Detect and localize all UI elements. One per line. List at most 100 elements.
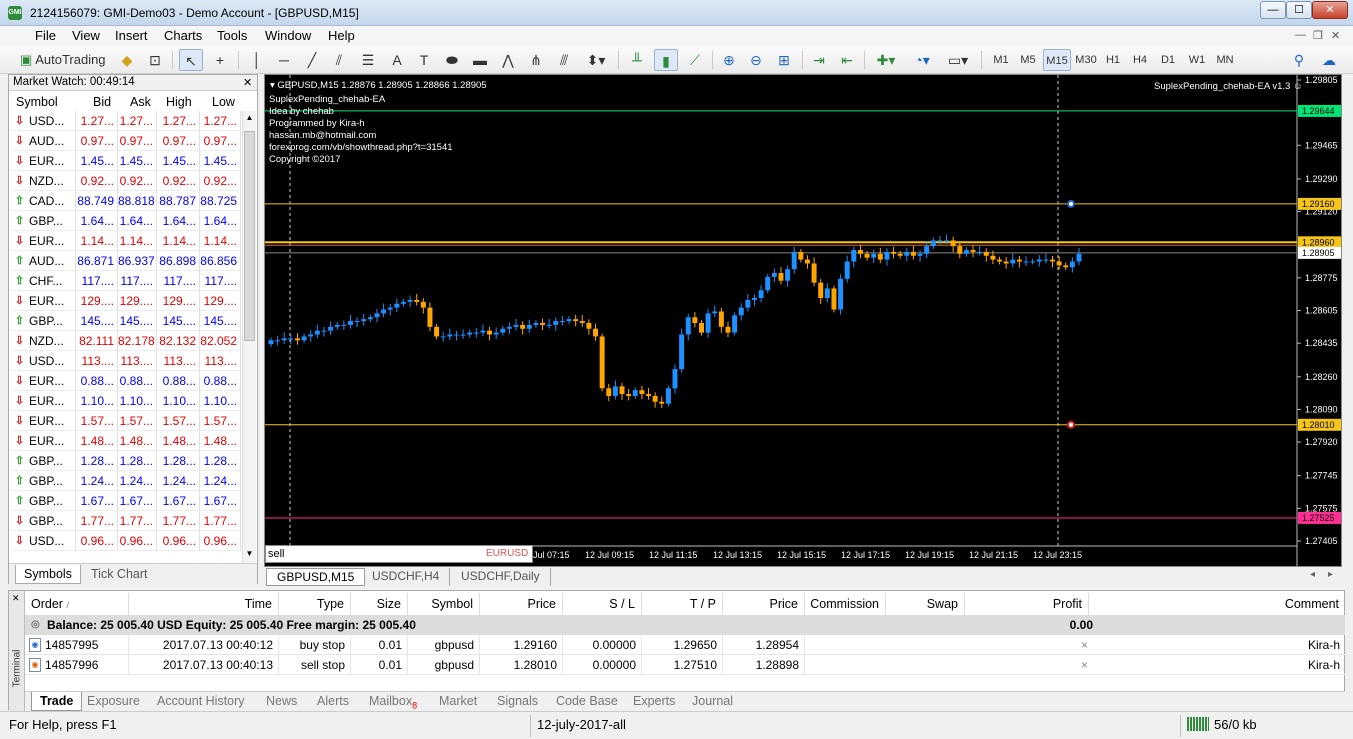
menu-window[interactable]: Window xyxy=(265,28,311,43)
delete-order-icon[interactable]: × xyxy=(1081,658,1088,672)
vertical-line-icon[interactable]: │ xyxy=(247,49,267,71)
market-watch-row[interactable]: USD... 0.96... 0.96... 0.96... 0.96... ⇩ xyxy=(11,531,241,551)
order-row[interactable]: ◉ 14857996 2017.07.13 00:40:13 sell stop 0.0… xyxy=(25,655,1345,675)
zoom-in-icon[interactable]: ⊕ xyxy=(718,49,740,71)
close-terminal-icon[interactable]: ✕ xyxy=(12,593,20,604)
timeframe-w1[interactable]: W1 xyxy=(1185,49,1209,71)
column-header-symbol[interactable]: Symbol xyxy=(16,91,58,111)
auto-scroll-icon[interactable]: ⇥ xyxy=(808,49,830,71)
line-chart-icon[interactable]: ⟋ xyxy=(684,49,706,71)
tab-signals[interactable]: Signals xyxy=(497,692,538,711)
market-watch-row[interactable]: EUR... 1.48... 1.48... 1.48... 1.48... ⇩ xyxy=(11,431,241,451)
column-header-symbol[interactable]: Symbol xyxy=(408,593,480,615)
equidistant-channel-icon[interactable]: ⫽ xyxy=(329,49,349,71)
strategy-tester-icon[interactable]: ⊡ xyxy=(144,49,166,71)
tab-market[interactable]: Market xyxy=(439,692,477,711)
tab-exposure[interactable]: Exposure xyxy=(87,692,140,711)
andrews-pitchfork-icon[interactable]: ⋔ xyxy=(526,49,546,71)
close-button[interactable]: ✕ xyxy=(1312,1,1348,19)
market-watch-row[interactable]: EUR... 0.88... 0.88... 0.88... 0.88... ⇩ xyxy=(11,371,241,391)
market-order-icon[interactable]: ◆ xyxy=(116,49,138,71)
close-panel-icon[interactable]: ✕ xyxy=(243,76,252,89)
market-watch-row[interactable]: CAD... 88.749 88.818 88.787 88.725 ⇧ xyxy=(11,191,241,211)
column-header-time[interactable]: Time xyxy=(129,593,279,615)
market-watch-row[interactable]: USD... 1.27... 1.27... 1.27... 1.27... ⇩ xyxy=(11,111,241,131)
market-watch-row[interactable]: GBP... 1.77... 1.77... 1.77... 1.77... ⇩ xyxy=(11,511,241,531)
autotrading-button[interactable]: ▣ AutoTrading xyxy=(16,49,110,71)
column-header-order[interactable]: Order / xyxy=(25,593,129,615)
timeframe-mn[interactable]: MN xyxy=(1213,49,1237,71)
market-watch-row[interactable]: GBP... 1.24... 1.24... 1.24... 1.24... ⇧ xyxy=(11,471,241,491)
timeframe-m5[interactable]: M5 xyxy=(1016,49,1040,71)
market-watch-row[interactable]: EUR... 129.... 129.... 129.... 129.... ⇩ xyxy=(11,291,241,311)
mdi-restore-icon[interactable]: ❐ xyxy=(1313,29,1323,42)
chart-tab-usdchf-daily[interactable]: USDCHF,Daily xyxy=(451,568,551,586)
market-watch-row[interactable]: GBP... 1.28... 1.28... 1.28... 1.28... ⇧ xyxy=(11,451,241,471)
menu-file[interactable]: File xyxy=(35,28,56,43)
tab-code-base[interactable]: Code Base xyxy=(556,692,618,711)
text-label-icon[interactable]: T xyxy=(414,49,434,71)
periods-dropdown-icon[interactable]: ◔▾ xyxy=(907,49,937,71)
arrows-dropdown-icon[interactable]: ⬍▾ xyxy=(582,49,610,71)
scroll-down-icon[interactable]: ▼ xyxy=(244,549,255,558)
bar-chart-icon[interactable]: ╨ xyxy=(626,49,648,71)
tab-news[interactable]: News xyxy=(266,692,297,711)
timeframe-d1[interactable]: D1 xyxy=(1157,49,1179,71)
cursor-icon[interactable]: ↖ xyxy=(179,49,203,71)
order-row[interactable]: ◉ 14857995 2017.07.13 00:40:12 buy stop 0.01… xyxy=(25,635,1345,655)
menu-charts[interactable]: Charts xyxy=(164,28,202,43)
column-header-swap[interactable]: Swap xyxy=(886,593,965,615)
chart-tab-gbpusd-m15[interactable]: GBPUSD,M15 xyxy=(266,568,366,586)
market-watch-row[interactable]: USD... 113.... 113.... 113.... 113.... ⇩ xyxy=(11,351,241,371)
tab-symbols[interactable]: Symbols xyxy=(15,565,81,584)
menu-insert[interactable]: Insert xyxy=(115,28,148,43)
templates-dropdown-icon[interactable]: ▭▾ xyxy=(943,49,973,71)
column-header-size[interactable]: Size xyxy=(351,593,408,615)
market-watch-row[interactable]: EUR... 1.45... 1.45... 1.45... 1.45... ⇩ xyxy=(11,151,241,171)
market-watch-row[interactable]: AUD... 0.97... 0.97... 0.97... 0.97... ⇩ xyxy=(11,131,241,151)
scroll-up-icon[interactable]: ▲ xyxy=(244,113,255,122)
trendline-icon[interactable]: ╱ xyxy=(302,49,322,71)
timeframe-h1[interactable]: H1 xyxy=(1102,49,1124,71)
column-header-low[interactable]: Low xyxy=(212,91,235,111)
column-header-commission[interactable]: Commission xyxy=(805,593,886,615)
tab-mailbox[interactable]: Mailbox8 xyxy=(369,692,417,711)
market-watch-row[interactable]: GBP... 145.... 145.... 145.... 145.... ⇧ xyxy=(11,311,241,331)
connection-status-icon[interactable] xyxy=(1187,717,1209,731)
crosshair-icon[interactable]: + xyxy=(209,49,231,71)
timeframe-m1[interactable]: M1 xyxy=(989,49,1013,71)
candlestick-chart-icon[interactable]: ▮ xyxy=(654,49,678,71)
status-profile[interactable]: 12-july-2017-all xyxy=(537,716,626,734)
command-input[interactable]: sell xyxy=(268,548,285,560)
column-header-high[interactable]: High xyxy=(166,91,192,111)
quick-navigation-box[interactable]: sell EURUSD xyxy=(265,545,533,563)
fibo-fan-icon[interactable]: ⫻ xyxy=(554,49,574,71)
column-header-sl[interactable]: S / L xyxy=(563,593,642,615)
market-watch-row[interactable]: CHF... 117.... 117.... 117.... 117.... ⇧ xyxy=(11,271,241,291)
timeframe-h4[interactable]: H4 xyxy=(1129,49,1151,71)
column-header-comment[interactable]: Comment xyxy=(1089,593,1345,615)
column-header-type[interactable]: Type xyxy=(279,593,351,615)
mdi-close-icon[interactable]: ✕ xyxy=(1331,29,1340,42)
rectangle-icon[interactable]: ▬ xyxy=(470,49,490,71)
menu-view[interactable]: View xyxy=(72,28,100,43)
tab-trade[interactable]: Trade xyxy=(31,692,83,711)
mdi-minimize-icon[interactable]: — xyxy=(1295,29,1306,41)
gann-fan-icon[interactable]: ⋀ xyxy=(498,49,518,71)
tile-windows-icon[interactable]: ⊞ xyxy=(773,49,795,71)
tab-alerts[interactable]: Alerts xyxy=(317,692,349,711)
tab-tick-chart[interactable]: Tick Chart xyxy=(83,565,156,584)
sell-stop-marker[interactable] xyxy=(1067,420,1075,429)
buy-stop-marker[interactable] xyxy=(1067,199,1075,208)
minimize-button[interactable]: — xyxy=(1260,1,1286,19)
column-header-bid[interactable]: Bid xyxy=(93,91,111,111)
column-header-profit[interactable]: Profit xyxy=(965,593,1089,615)
column-header-price[interactable]: Price xyxy=(480,593,563,615)
column-header-tp[interactable]: T / P xyxy=(642,593,723,615)
tab-experts[interactable]: Experts xyxy=(633,692,675,711)
market-watch-row[interactable]: NZD... 82.111 82.178 82.132 82.052 ⇩ xyxy=(11,331,241,351)
search-icon[interactable]: ⚲ xyxy=(1288,49,1310,71)
column-header-current-price[interactable]: Price xyxy=(723,593,805,615)
market-watch-row[interactable]: GBP... 1.64... 1.64... 1.64... 1.64... ⇧ xyxy=(11,211,241,231)
tab-journal[interactable]: Journal xyxy=(692,692,733,711)
